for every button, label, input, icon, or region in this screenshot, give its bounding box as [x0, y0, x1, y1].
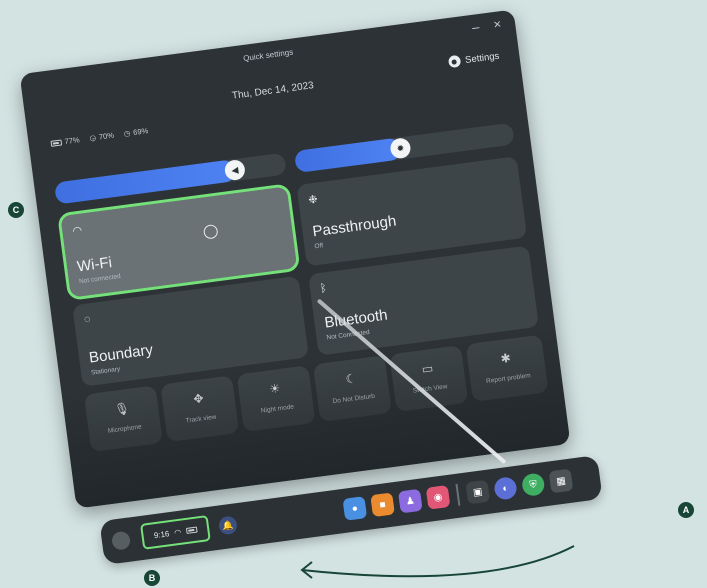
controller-left-battery: ◶ 70%: [89, 131, 115, 143]
wifi-icon: ◠: [71, 224, 83, 238]
clock-time: 9:16: [153, 528, 170, 540]
report-problem-tile[interactable]: ✱ Report problem: [465, 334, 549, 402]
controller-right-battery: ◷ 69%: [123, 126, 149, 138]
stage: Quick settings – × Thu, Dec 14, 2023 Set…: [0, 0, 707, 588]
taskbar-divider: [455, 483, 460, 506]
camera-app-icon[interactable]: ◉: [425, 485, 451, 510]
browser-app-icon[interactable]: ●: [342, 496, 368, 521]
brightness-icon: ✹: [395, 142, 405, 154]
battery-icon: [50, 138, 63, 147]
avatar-app-icon[interactable]: ◐: [493, 476, 518, 501]
night-mode-tile[interactable]: ☀ Night mode: [236, 365, 316, 433]
clock-status-button[interactable]: 9:16 ◠: [140, 515, 211, 550]
controller-icon: ◷: [123, 128, 131, 139]
gallery-app-icon[interactable]: ▣: [465, 479, 491, 505]
store-app-icon[interactable]: ■: [370, 492, 395, 518]
track-view-label: Track view: [185, 413, 217, 425]
report-problem-label: Report problem: [485, 372, 532, 386]
boundary-status: Stationary: [90, 365, 121, 377]
marker-b: B: [144, 570, 160, 586]
marker-c: C: [8, 202, 24, 218]
controller-icon: ◶: [88, 132, 97, 143]
microphone-icon: 🎙: [113, 400, 131, 417]
boundary-label: Boundary: [88, 341, 154, 367]
bug-icon: ✱: [499, 350, 512, 366]
wifi-status-icon: ◠: [173, 527, 182, 538]
brightness-fill: [293, 137, 402, 174]
screen-icon: ▭: [420, 360, 434, 377]
loading-spinner-icon: [202, 223, 219, 240]
track-view-tile[interactable]: ✥ Track view: [160, 375, 240, 443]
notification-bell-icon[interactable]: 🔔: [217, 515, 239, 536]
controller-left-value: 70%: [98, 130, 115, 142]
minimize-button[interactable]: –: [471, 19, 480, 35]
curved-arrow-icon: [300, 545, 575, 579]
passthrough-status: Off: [314, 242, 324, 251]
do-not-disturb-label: Do Not Disturb: [332, 392, 376, 406]
shield-app-icon[interactable]: ⛨: [520, 472, 546, 498]
status-row: 77% ◶ 70% ◷ 69%: [50, 126, 149, 148]
night-mode-label: Night mode: [260, 403, 295, 415]
microphone-label: Microphone: [107, 423, 143, 435]
controller-right-value: 69%: [132, 126, 149, 137]
gear-icon: [447, 54, 461, 69]
headset-battery: 77%: [50, 135, 80, 148]
headset-battery-value: 77%: [64, 135, 81, 147]
window-title: Quick settings: [242, 47, 294, 63]
bluetooth-icon: ᛒ: [319, 282, 328, 295]
close-button[interactable]: ×: [493, 16, 502, 32]
passthrough-label: Passthrough: [311, 212, 398, 241]
do-not-disturb-tile[interactable]: ☾ Do Not Disturb: [312, 355, 392, 423]
moon-icon: ☾: [344, 371, 358, 387]
switch-view-tile[interactable]: ▭ Switch View: [389, 345, 469, 413]
wifi-label: Wi-Fi: [76, 254, 113, 276]
boundary-icon: ◌: [83, 313, 92, 326]
speaker-icon: ◀: [230, 164, 239, 176]
quick-settings-window: Quick settings – × Thu, Dec 14, 2023 Set…: [19, 9, 571, 509]
marker-a: A: [678, 502, 694, 518]
passthrough-icon: ❉: [307, 193, 319, 207]
move-icon: ✥: [192, 391, 205, 407]
profile-avatar[interactable]: [110, 530, 132, 551]
microphone-tile[interactable]: 🎙 Microphone: [83, 385, 163, 453]
apps-grid-icon[interactable]: ▦: [548, 468, 574, 494]
people-app-icon[interactable]: ♟: [397, 488, 423, 514]
battery-icon: [185, 526, 198, 534]
wifi-status: Not connected: [78, 272, 122, 286]
sun-icon: ☀: [268, 381, 282, 397]
